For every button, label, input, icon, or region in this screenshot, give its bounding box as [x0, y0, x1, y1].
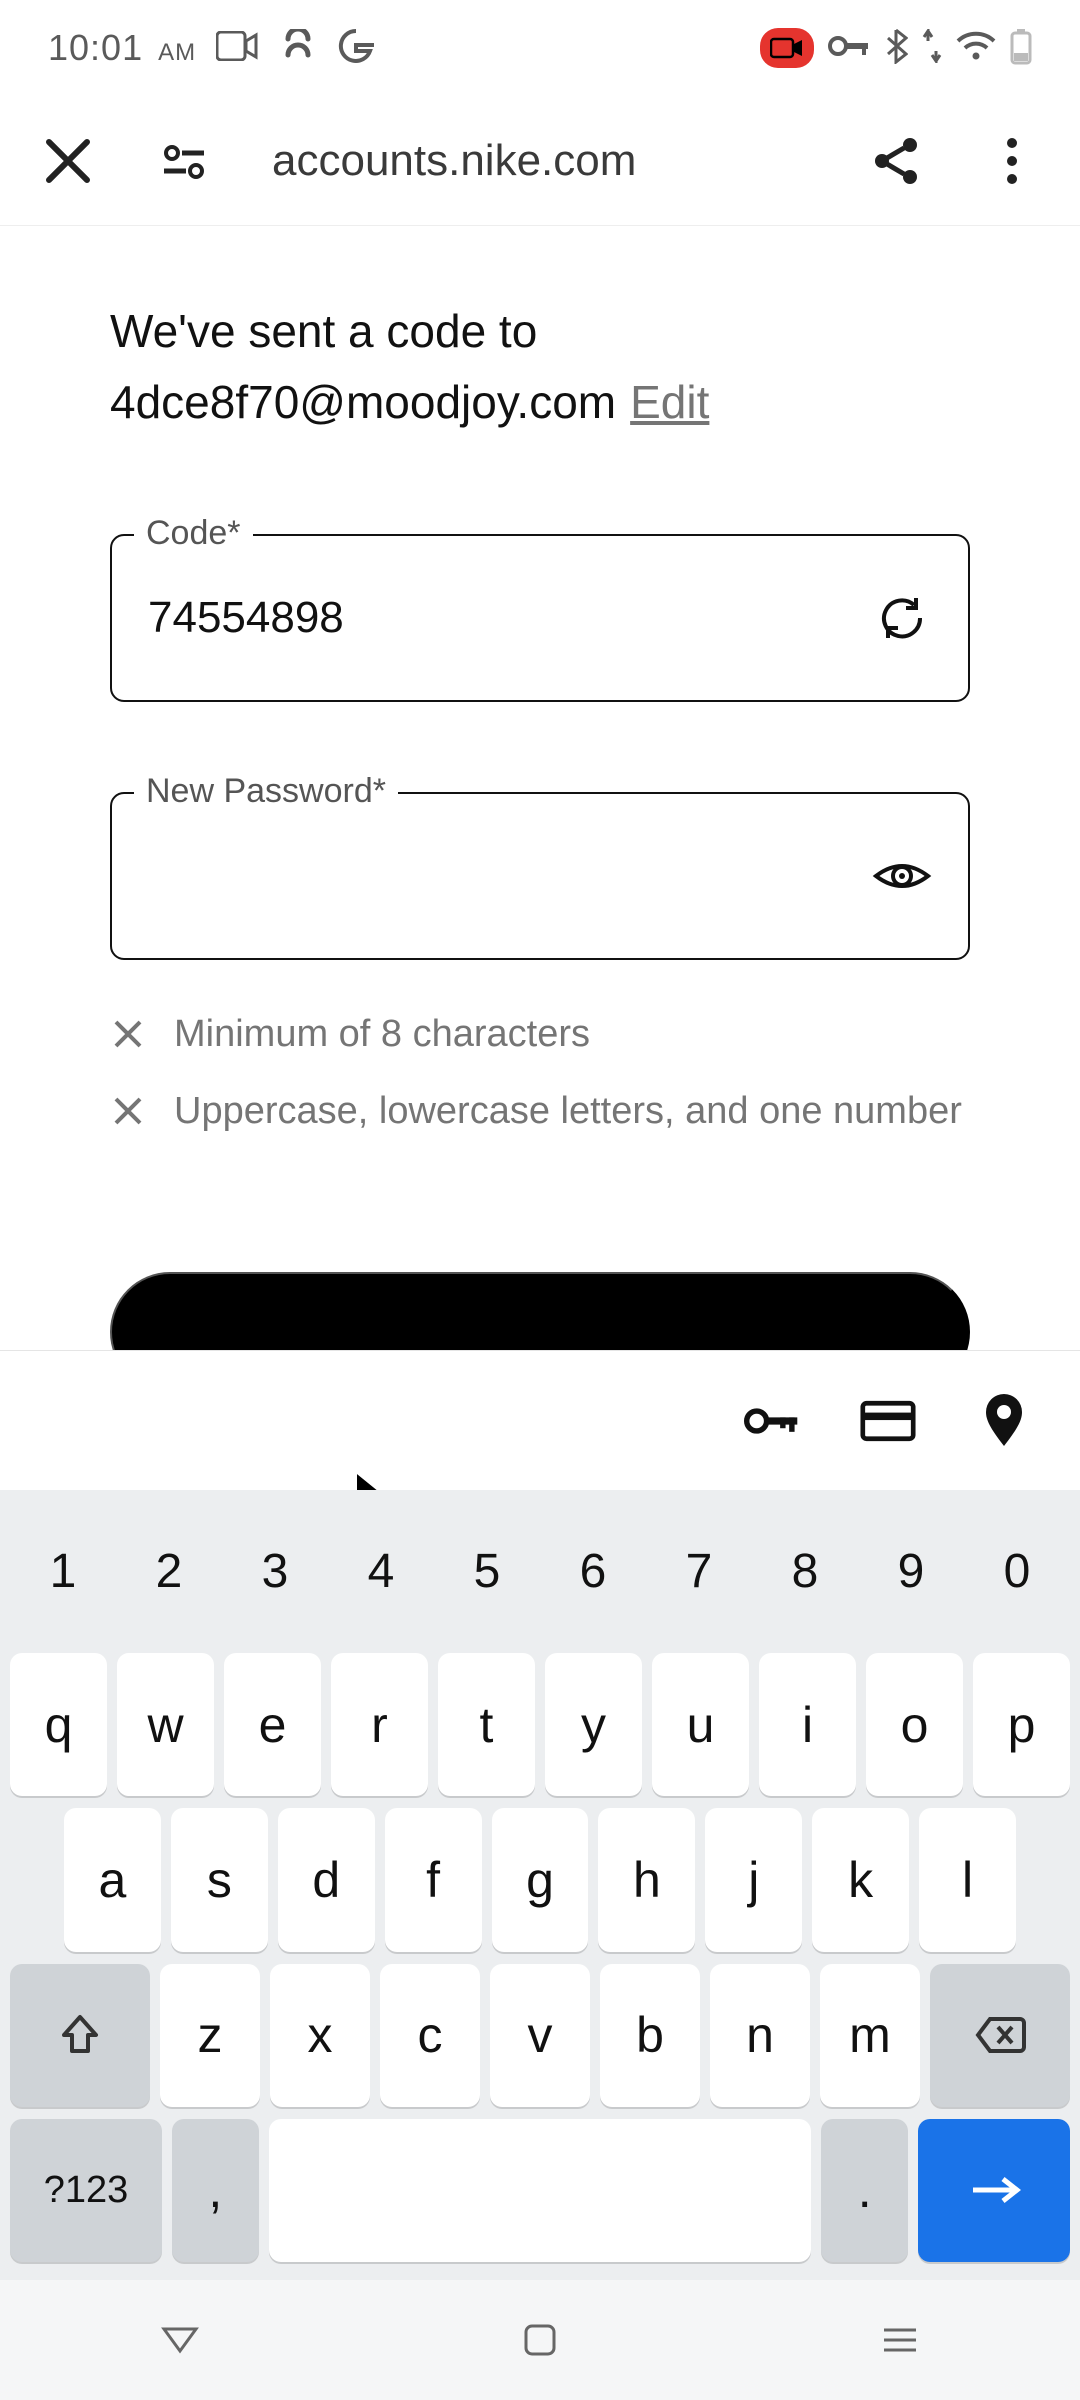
on-screen-keyboard: 1 2 3 4 5 6 7 8 9 0 q w e r t y u i o p …: [0, 1490, 1080, 2280]
email-line: 4dce8f70@moodjoy.com Edit: [110, 367, 970, 438]
camera-outline-icon: [216, 31, 258, 66]
url-text[interactable]: accounts.nike.com: [272, 136, 808, 186]
key-w[interactable]: w: [117, 1653, 214, 1796]
key-z[interactable]: z: [160, 1964, 260, 2107]
key-h[interactable]: h: [598, 1808, 695, 1951]
period-key[interactable]: .: [821, 2119, 908, 2262]
key-r[interactable]: r: [331, 1653, 428, 1796]
key-1[interactable]: 1: [10, 1544, 116, 1599]
key-6[interactable]: 6: [540, 1544, 646, 1599]
key-l[interactable]: l: [919, 1808, 1016, 1951]
email-text: 4dce8f70@moodjoy.com: [110, 376, 616, 428]
nav-back-icon[interactable]: [156, 2316, 204, 2364]
intro-text: We've sent a code to: [110, 296, 970, 367]
password-label: New Password*: [134, 772, 398, 811]
keyboard-suggestion-bar: [0, 1350, 1080, 1490]
password-input[interactable]: [148, 851, 872, 901]
key-p[interactable]: p: [973, 1653, 1070, 1796]
bluetooth-icon: [884, 28, 908, 69]
data-icon: [922, 29, 942, 68]
key-7[interactable]: 7: [646, 1544, 752, 1599]
key-icon: [828, 34, 870, 63]
key-3[interactable]: 3: [222, 1544, 328, 1599]
key-i[interactable]: i: [759, 1653, 856, 1796]
key-c[interactable]: c: [380, 1964, 480, 2107]
system-nav-bar: [0, 2280, 1080, 2400]
key-0[interactable]: 0: [964, 1544, 1070, 1599]
cloud-sync-icon: [278, 29, 318, 68]
space-key[interactable]: [269, 2119, 812, 2262]
card-icon[interactable]: [860, 1393, 916, 1449]
page-content: We've sent a code to 4dce8f70@moodjoy.co…: [0, 226, 1080, 1395]
code-label: Code*: [134, 514, 253, 553]
key-a[interactable]: a: [64, 1808, 161, 1951]
key-b[interactable]: b: [600, 1964, 700, 2107]
code-field-wrap: Code*: [110, 534, 970, 702]
backspace-key[interactable]: [930, 1964, 1070, 2107]
key-s[interactable]: s: [171, 1808, 268, 1951]
screen-record-icon: [760, 28, 814, 68]
browser-toolbar: accounts.nike.com: [0, 96, 1080, 226]
key-x[interactable]: x: [270, 1964, 370, 2107]
key-n[interactable]: n: [710, 1964, 810, 2107]
nav-recents-icon[interactable]: [876, 2316, 924, 2364]
comma-key[interactable]: ,: [172, 2119, 259, 2262]
eye-icon[interactable]: [872, 846, 932, 906]
key-f[interactable]: f: [385, 1808, 482, 1951]
key-g[interactable]: g: [492, 1808, 589, 1951]
key-5[interactable]: 5: [434, 1544, 540, 1599]
status-time: 10:01 AM: [48, 27, 196, 69]
x-icon: [110, 1016, 146, 1052]
google-g-icon: [338, 28, 374, 69]
key-2[interactable]: 2: [116, 1544, 222, 1599]
key-q[interactable]: q: [10, 1653, 107, 1796]
number-row: 1 2 3 4 5 6 7 8 9 0: [10, 1502, 1070, 1641]
key-8[interactable]: 8: [752, 1544, 858, 1599]
requirement-2: Uppercase, lowercase letters, and one nu…: [174, 1085, 970, 1138]
status-bar: 10:01 AM: [0, 0, 1080, 96]
x-icon: [110, 1093, 146, 1129]
password-requirements: Minimum of 8 characters Uppercase, lower…: [110, 1008, 970, 1138]
key-y[interactable]: y: [545, 1653, 642, 1796]
key-m[interactable]: m: [820, 1964, 920, 2107]
key-k[interactable]: k: [812, 1808, 909, 1951]
key-9[interactable]: 9: [858, 1544, 964, 1599]
share-icon[interactable]: [868, 133, 924, 189]
edit-link[interactable]: Edit: [630, 376, 709, 428]
key-v[interactable]: v: [490, 1964, 590, 2107]
battery-icon: [1010, 27, 1032, 70]
password-field-wrap: New Password*: [110, 792, 970, 960]
more-menu-icon[interactable]: [984, 133, 1040, 189]
key-4[interactable]: 4: [328, 1544, 434, 1599]
symbols-key[interactable]: ?123: [10, 2119, 162, 2262]
site-settings-icon[interactable]: [156, 133, 212, 189]
code-input[interactable]: [148, 593, 872, 643]
wifi-icon: [956, 31, 996, 66]
refresh-icon[interactable]: [872, 588, 932, 648]
key-d[interactable]: d: [278, 1808, 375, 1951]
close-icon[interactable]: [40, 133, 96, 189]
password-key-icon[interactable]: [744, 1393, 800, 1449]
key-u[interactable]: u: [652, 1653, 749, 1796]
key-e[interactable]: e: [224, 1653, 321, 1796]
key-j[interactable]: j: [705, 1808, 802, 1951]
location-pin-icon[interactable]: [976, 1393, 1032, 1449]
requirement-1: Minimum of 8 characters: [174, 1008, 970, 1061]
key-o[interactable]: o: [866, 1653, 963, 1796]
shift-key[interactable]: [10, 1964, 150, 2107]
nav-home-icon[interactable]: [516, 2316, 564, 2364]
enter-key[interactable]: [918, 2119, 1070, 2262]
key-t[interactable]: t: [438, 1653, 535, 1796]
